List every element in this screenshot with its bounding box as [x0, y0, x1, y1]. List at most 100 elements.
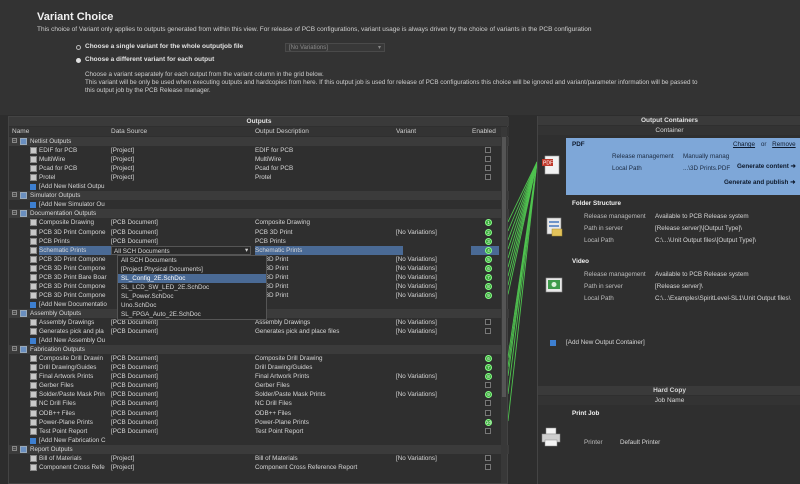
add-output-label[interactable]: [Add New Assembly Ou	[39, 336, 117, 345]
table-row[interactable]: Solder/Paste Mask Prin [PCB Document] Sold…	[9, 390, 509, 399]
enabled-checkbox[interactable]	[485, 400, 491, 407]
output-name[interactable]: Protel	[39, 173, 115, 182]
enabled-checkbox[interactable]	[485, 382, 491, 389]
output-data-source[interactable]: [PCB Document]	[111, 237, 251, 246]
output-data-source[interactable]: [PCB Document]	[111, 372, 251, 381]
output-data-source[interactable]: [PCB Document]	[111, 363, 251, 372]
output-name[interactable]: Drill Drawing/Guides	[39, 363, 115, 372]
output-name[interactable]: Gerber Files	[39, 381, 115, 390]
add-output-label[interactable]: [Add New Netlist Outpu	[39, 182, 117, 191]
output-data-source[interactable]: All SCH Documents	[111, 245, 251, 255]
enabled-indicator-icon[interactable]: 7	[485, 364, 492, 372]
chevron-down-icon[interactable]: ▾	[245, 246, 248, 255]
table-row[interactable]: Drill Drawing/Guides [PCB Document] Drill …	[9, 363, 509, 372]
output-variant[interactable]: [No Variations]	[396, 282, 466, 291]
output-name[interactable]: MultiWire	[39, 155, 115, 164]
enabled-indicator-icon[interactable]: 9	[485, 291, 492, 299]
output-variant[interactable]: [No Variations]	[396, 454, 466, 463]
add-output-label[interactable]: [Add New Simulator Ou	[39, 200, 117, 209]
group-row[interactable]: − Netlist Outputs	[9, 137, 509, 146]
output-variant[interactable]: [No Variations]	[396, 228, 466, 237]
output-name[interactable]: NC Drill Files	[39, 399, 115, 408]
output-name[interactable]: PCB 3D Print Compone	[39, 228, 115, 237]
table-row[interactable]: ODB++ Files [PCB Document] ODB++ Files	[9, 409, 509, 418]
collapse-toggle-icon[interactable]: −	[12, 192, 17, 198]
output-data-source[interactable]: [PCB Document]	[111, 327, 251, 336]
table-row[interactable]: Bill of Materials [Project] Bill of Materi…	[9, 454, 509, 463]
col-variant[interactable]: Variant	[396, 127, 416, 136]
output-name[interactable]: PCB 3D Print Compone	[39, 264, 115, 273]
radio-single-variant[interactable]	[76, 45, 81, 50]
enabled-indicator-icon[interactable]: 8	[485, 282, 492, 290]
output-name[interactable]: PCB 3D Print Compone	[39, 255, 115, 264]
output-name[interactable]: PCB 3D Print Bare Boar	[39, 273, 115, 282]
collapse-toggle-icon[interactable]: −	[12, 445, 17, 451]
add-new-output-container[interactable]: [Add New Output Container]	[566, 339, 645, 346]
enabled-checkbox[interactable]	[485, 319, 491, 325]
enabled-checkbox[interactable]	[485, 454, 491, 461]
output-name[interactable]: Pcad for PCB	[39, 164, 115, 173]
output-data-source[interactable]: [Project]	[111, 155, 251, 164]
enabled-indicator-icon[interactable]: 5	[485, 255, 492, 263]
pdf-container[interactable]: PDF Change or Remove Release management …	[566, 138, 800, 195]
scrollbar-thumb[interactable]	[502, 137, 506, 397]
dropdown-option[interactable]: SL_Power.SchDoc	[118, 292, 266, 301]
output-data-source[interactable]: [PCB Document]	[111, 218, 251, 227]
enabled-checkbox[interactable]	[485, 174, 491, 181]
output-data-source[interactable]: [PCB Document]	[111, 427, 251, 436]
collapse-toggle-icon[interactable]: −	[12, 346, 17, 352]
output-data-source[interactable]: [Project]	[111, 173, 251, 182]
output-data-source[interactable]: [PCB Document]	[111, 390, 251, 399]
outputs-scrollbar[interactable]	[501, 127, 507, 483]
add-output-row[interactable]: [Add New Fabrication C	[9, 436, 509, 445]
output-name[interactable]: ODB++ Files	[39, 409, 115, 418]
output-variant[interactable]: [No Variations]	[396, 318, 466, 327]
enabled-checkbox[interactable]	[485, 409, 491, 416]
enabled-indicator-icon[interactable]: 6	[485, 355, 492, 363]
output-name[interactable]: Generates pick and pla	[39, 327, 115, 336]
output-name[interactable]: Assembly Drawings	[39, 318, 115, 327]
enabled-indicator-icon[interactable]: 1	[485, 219, 492, 227]
add-output-row[interactable]: [Add New Simulator Ou	[9, 200, 509, 209]
group-row[interactable]: − Fabrication Outputs	[9, 345, 509, 355]
col-name[interactable]: Name	[12, 127, 29, 136]
dropdown-option[interactable]: [Project Physical Documents]	[118, 265, 266, 274]
generate-publish-link[interactable]: Generate and publish ➜	[724, 179, 795, 186]
table-row[interactable]: Composite Drill Drawin [PCB Document] Comp…	[9, 354, 509, 363]
dropdown-option[interactable]: SL_Config_2E.SchDoc	[118, 273, 266, 283]
output-name[interactable]: PCB 3D Print Compone	[39, 282, 115, 291]
output-data-source[interactable]: [PCB Document]	[111, 418, 251, 427]
enabled-indicator-icon[interactable]: 4	[485, 246, 492, 254]
output-data-source[interactable]: [PCB Document]	[111, 354, 251, 363]
output-data-source[interactable]: [PCB Document]	[111, 409, 251, 418]
col-output-description[interactable]: Output Description	[255, 127, 309, 136]
add-output-row[interactable]: [Add New Netlist Outpu	[9, 182, 509, 191]
dropdown-option[interactable]: Uno.SchDoc	[118, 301, 266, 310]
output-name[interactable]: PCB 3D Print Compone	[39, 291, 115, 300]
enabled-indicator-icon[interactable]: 8	[485, 373, 492, 381]
data-source-dropdown[interactable]: All SCH Documents [Project Physical Docum…	[117, 254, 267, 320]
enabled-indicator-icon[interactable]: 6	[485, 264, 492, 272]
table-row[interactable]: Gerber Files [PCB Document] Gerber Files	[9, 381, 509, 390]
table-row[interactable]: Composite Drawing [PCB Document] Composite…	[9, 218, 509, 227]
output-name[interactable]: Power-Plane Prints	[39, 418, 115, 427]
output-data-source[interactable]: [PCB Document]	[111, 399, 251, 408]
output-variant[interactable]: [No Variations]	[396, 264, 466, 273]
output-name[interactable]: Solder/Paste Mask Prin	[39, 390, 115, 399]
enabled-indicator-icon[interactable]: 9	[485, 391, 492, 399]
collapse-toggle-icon[interactable]: −	[12, 138, 17, 144]
enabled-indicator-icon[interactable]: 10	[485, 418, 492, 426]
col-enabled[interactable]: Enabled	[472, 127, 496, 136]
output-name[interactable]: PCB Prints	[39, 237, 115, 246]
output-data-source[interactable]: [Project]	[111, 164, 251, 173]
output-name[interactable]: Composite Drill Drawin	[39, 354, 115, 363]
table-row[interactable]: MultiWire [Project] MultiWire	[9, 155, 509, 164]
output-name[interactable]: EDIF for PCB	[39, 146, 115, 155]
output-name[interactable]: Bill of Materials	[39, 454, 115, 463]
single-variant-select[interactable]: [No Variations] ▾	[285, 43, 385, 52]
table-row[interactable]: Test Point Report [PCB Document] Test Poin…	[9, 427, 509, 436]
enabled-indicator-icon[interactable]: 2	[485, 228, 492, 236]
table-row[interactable]: EDIF for PCB [Project] EDIF for PCB	[9, 146, 509, 155]
table-row[interactable]: Protel [Project] Protel	[9, 173, 509, 182]
output-variant[interactable]: [No Variations]	[396, 273, 466, 282]
